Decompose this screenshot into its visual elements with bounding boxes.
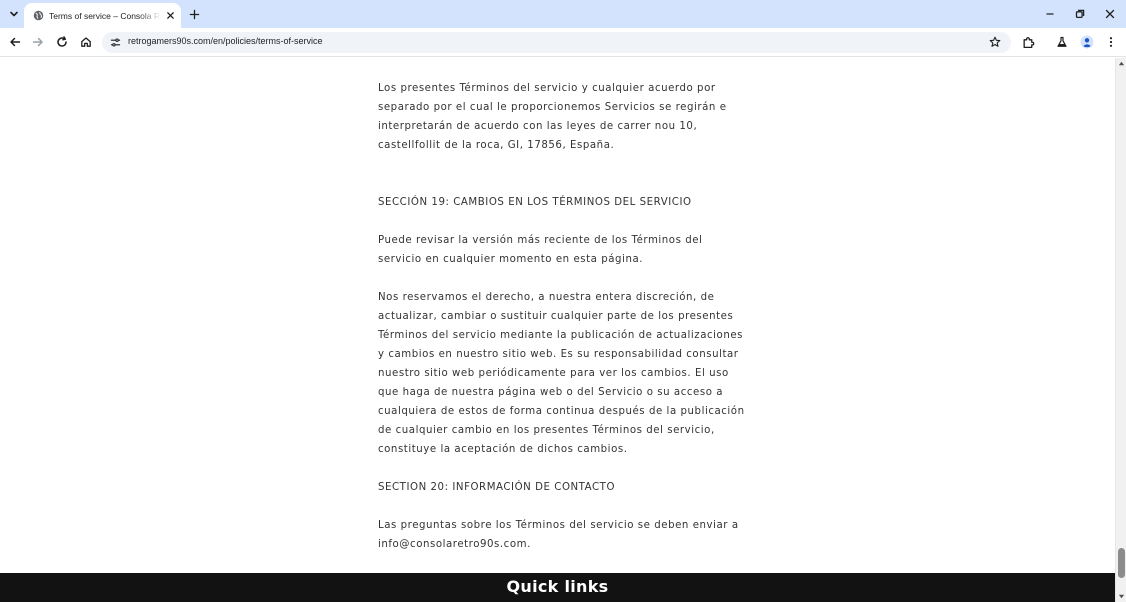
- scroll-up-arrow[interactable]: [1116, 58, 1126, 69]
- new-tab-button[interactable]: [185, 5, 203, 23]
- terms-article: Los presentes Términos del servicio y cu…: [378, 79, 748, 554]
- forward-button[interactable]: [28, 32, 48, 52]
- site-footer: Quick links: [0, 573, 1115, 602]
- url-text[interactable]: retrogamers90s.com/en/policies/terms-of-…: [128, 36, 323, 46]
- browser-menu-button[interactable]: [1101, 32, 1121, 52]
- scrollbar-thumb[interactable]: [1118, 548, 1125, 578]
- person-icon: [1080, 35, 1094, 49]
- restore-icon: [1075, 9, 1085, 19]
- page-content: Los presentes Términos del servicio y cu…: [0, 58, 1115, 602]
- minimize-button[interactable]: [1035, 0, 1065, 28]
- page-scrollbar[interactable]: [1115, 58, 1126, 602]
- plus-icon: [189, 9, 199, 19]
- arrow-left-icon: [10, 37, 21, 47]
- section-20-paragraph-1: Las preguntas sobre los Términos del ser…: [378, 520, 739, 550]
- profile-button[interactable]: [1077, 32, 1097, 52]
- browser-toolbar: retrogamers90s.com/en/policies/terms-of-…: [0, 28, 1126, 57]
- tab-search-button[interactable]: [5, 5, 23, 23]
- home-icon: [81, 37, 91, 47]
- scroll-down-arrow[interactable]: [1116, 591, 1126, 602]
- globe-icon: [32, 10, 44, 22]
- triangle-down-icon: [1118, 594, 1125, 599]
- triangle-up-icon: [1118, 61, 1125, 66]
- back-button[interactable]: [5, 32, 25, 52]
- star-icon[interactable]: [987, 34, 1003, 50]
- extensions-button[interactable]: [1018, 32, 1038, 52]
- tab-title: Terms of service – Consola Retro 90s: [49, 10, 161, 21]
- arrow-right-icon: [32, 37, 43, 47]
- close-icon: [1105, 9, 1115, 19]
- reload-button[interactable]: [52, 32, 72, 52]
- section-19-paragraph-1: Puede revisar la versión más reciente de…: [378, 235, 703, 265]
- labs-button[interactable]: [1052, 32, 1072, 52]
- close-icon[interactable]: [164, 10, 176, 22]
- window-close-button[interactable]: [1095, 0, 1125, 28]
- puzzle-icon: [1023, 36, 1034, 48]
- section-19-paragraph-2: Nos reservamos el derecho, a nuestra ent…: [378, 292, 745, 455]
- section-19-title: SECCIÓN 19: CAMBIOS EN LOS TÉRMINOS DEL …: [378, 197, 692, 208]
- quick-links-heading: Quick links: [506, 577, 609, 596]
- home-button[interactable]: [76, 32, 96, 52]
- kebab-menu-icon: [1109, 37, 1113, 47]
- chevron-down-icon: [10, 11, 18, 17]
- active-tab[interactable]: Terms of service – Consola Retro 90s: [24, 3, 181, 28]
- tune-icon[interactable]: [108, 35, 122, 49]
- reload-icon: [57, 36, 67, 47]
- minimize-icon: [1046, 13, 1054, 15]
- tab-strip: Terms of service – Consola Retro 90s: [0, 0, 1126, 28]
- flask-icon: [1057, 36, 1067, 47]
- section-20-title: SECTION 20: INFORMACIÓN DE CONTACTO: [378, 482, 616, 493]
- governing-law-paragraph: Los presentes Términos del servicio y cu…: [378, 83, 727, 151]
- address-bar[interactable]: retrogamers90s.com/en/policies/terms-of-…: [102, 32, 1011, 53]
- restore-button[interactable]: [1065, 0, 1095, 28]
